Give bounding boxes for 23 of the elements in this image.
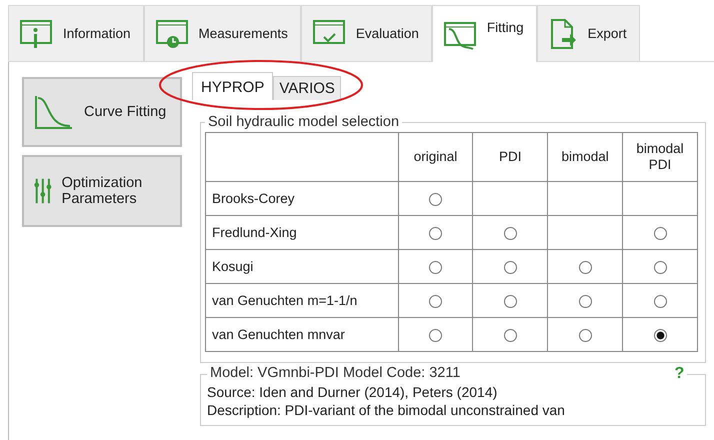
- group-title: Soil hydraulic model selection: [207, 114, 400, 130]
- column-header: bimodal: [548, 132, 623, 182]
- main-tab[interactable]: Evaluation: [300, 5, 432, 61]
- column-header: original: [398, 132, 473, 182]
- main-tab[interactable]: Export: [536, 5, 640, 61]
- model-name-cell: van Genuchten m=1-1/n: [206, 284, 398, 318]
- sub-tab[interactable]: VARIOS: [273, 76, 341, 100]
- model-name-cell: Fredlund-Xing: [206, 216, 398, 250]
- side-button[interactable]: Optimization Parameters: [22, 155, 182, 227]
- model-name-cell: Kosugi: [206, 250, 398, 284]
- source-text: Source: Iden and Durner (2014), Peters (2014): [207, 383, 498, 401]
- model-title: Model: VGmnbi-PDI Model Code: 3211: [210, 365, 460, 383]
- side-button[interactable]: Curve Fitting: [22, 77, 182, 147]
- main-tab[interactable]: Information: [8, 5, 144, 61]
- column-header: bimodal PDI: [622, 132, 698, 182]
- help-icon[interactable]: ?: [674, 365, 684, 383]
- model-name-cell: Brooks-Corey: [206, 182, 398, 216]
- description-text: Description: PDI-variant of the bimodal unconstrained van: [207, 401, 566, 419]
- model-name-cell: van Genuchten mnvar: [206, 318, 398, 352]
- main-tab[interactable]: Measurements: [144, 5, 301, 61]
- sub-tab[interactable]: HYPROP: [192, 72, 274, 100]
- main-tab[interactable]: Fitting: [432, 5, 537, 62]
- column-header: PDI: [472, 132, 548, 182]
